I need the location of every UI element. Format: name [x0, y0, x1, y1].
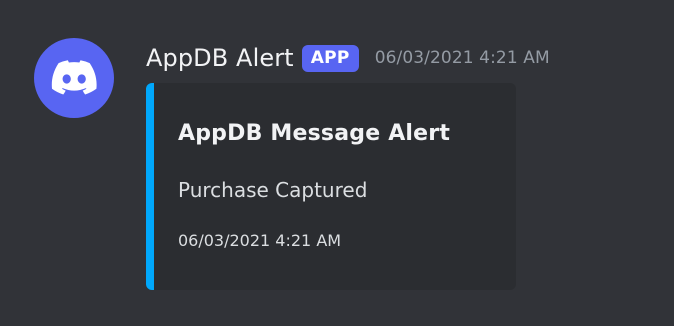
message-timestamp: 06/03/2021 4:21 AM: [374, 48, 550, 68]
discord-logo-icon: [51, 60, 97, 95]
embed-description: Purchase Captured: [178, 178, 368, 202]
chat-message: AppDB Alert APP 06/03/2021 4:21 AM AppDB…: [0, 0, 674, 326]
avatar[interactable]: [34, 38, 114, 118]
embed-card: AppDB Message Alert Purchase Captured 06…: [146, 83, 516, 290]
author-name[interactable]: AppDB Alert: [146, 44, 294, 72]
message-header: AppDB Alert APP 06/03/2021 4:21 AM: [146, 38, 550, 78]
embed-footer-timestamp: 06/03/2021 4:21 AM: [178, 231, 342, 250]
embed-title: AppDB Message Alert: [178, 121, 451, 146]
app-badge: APP: [301, 44, 359, 72]
embed-accent-bar: [146, 83, 154, 290]
